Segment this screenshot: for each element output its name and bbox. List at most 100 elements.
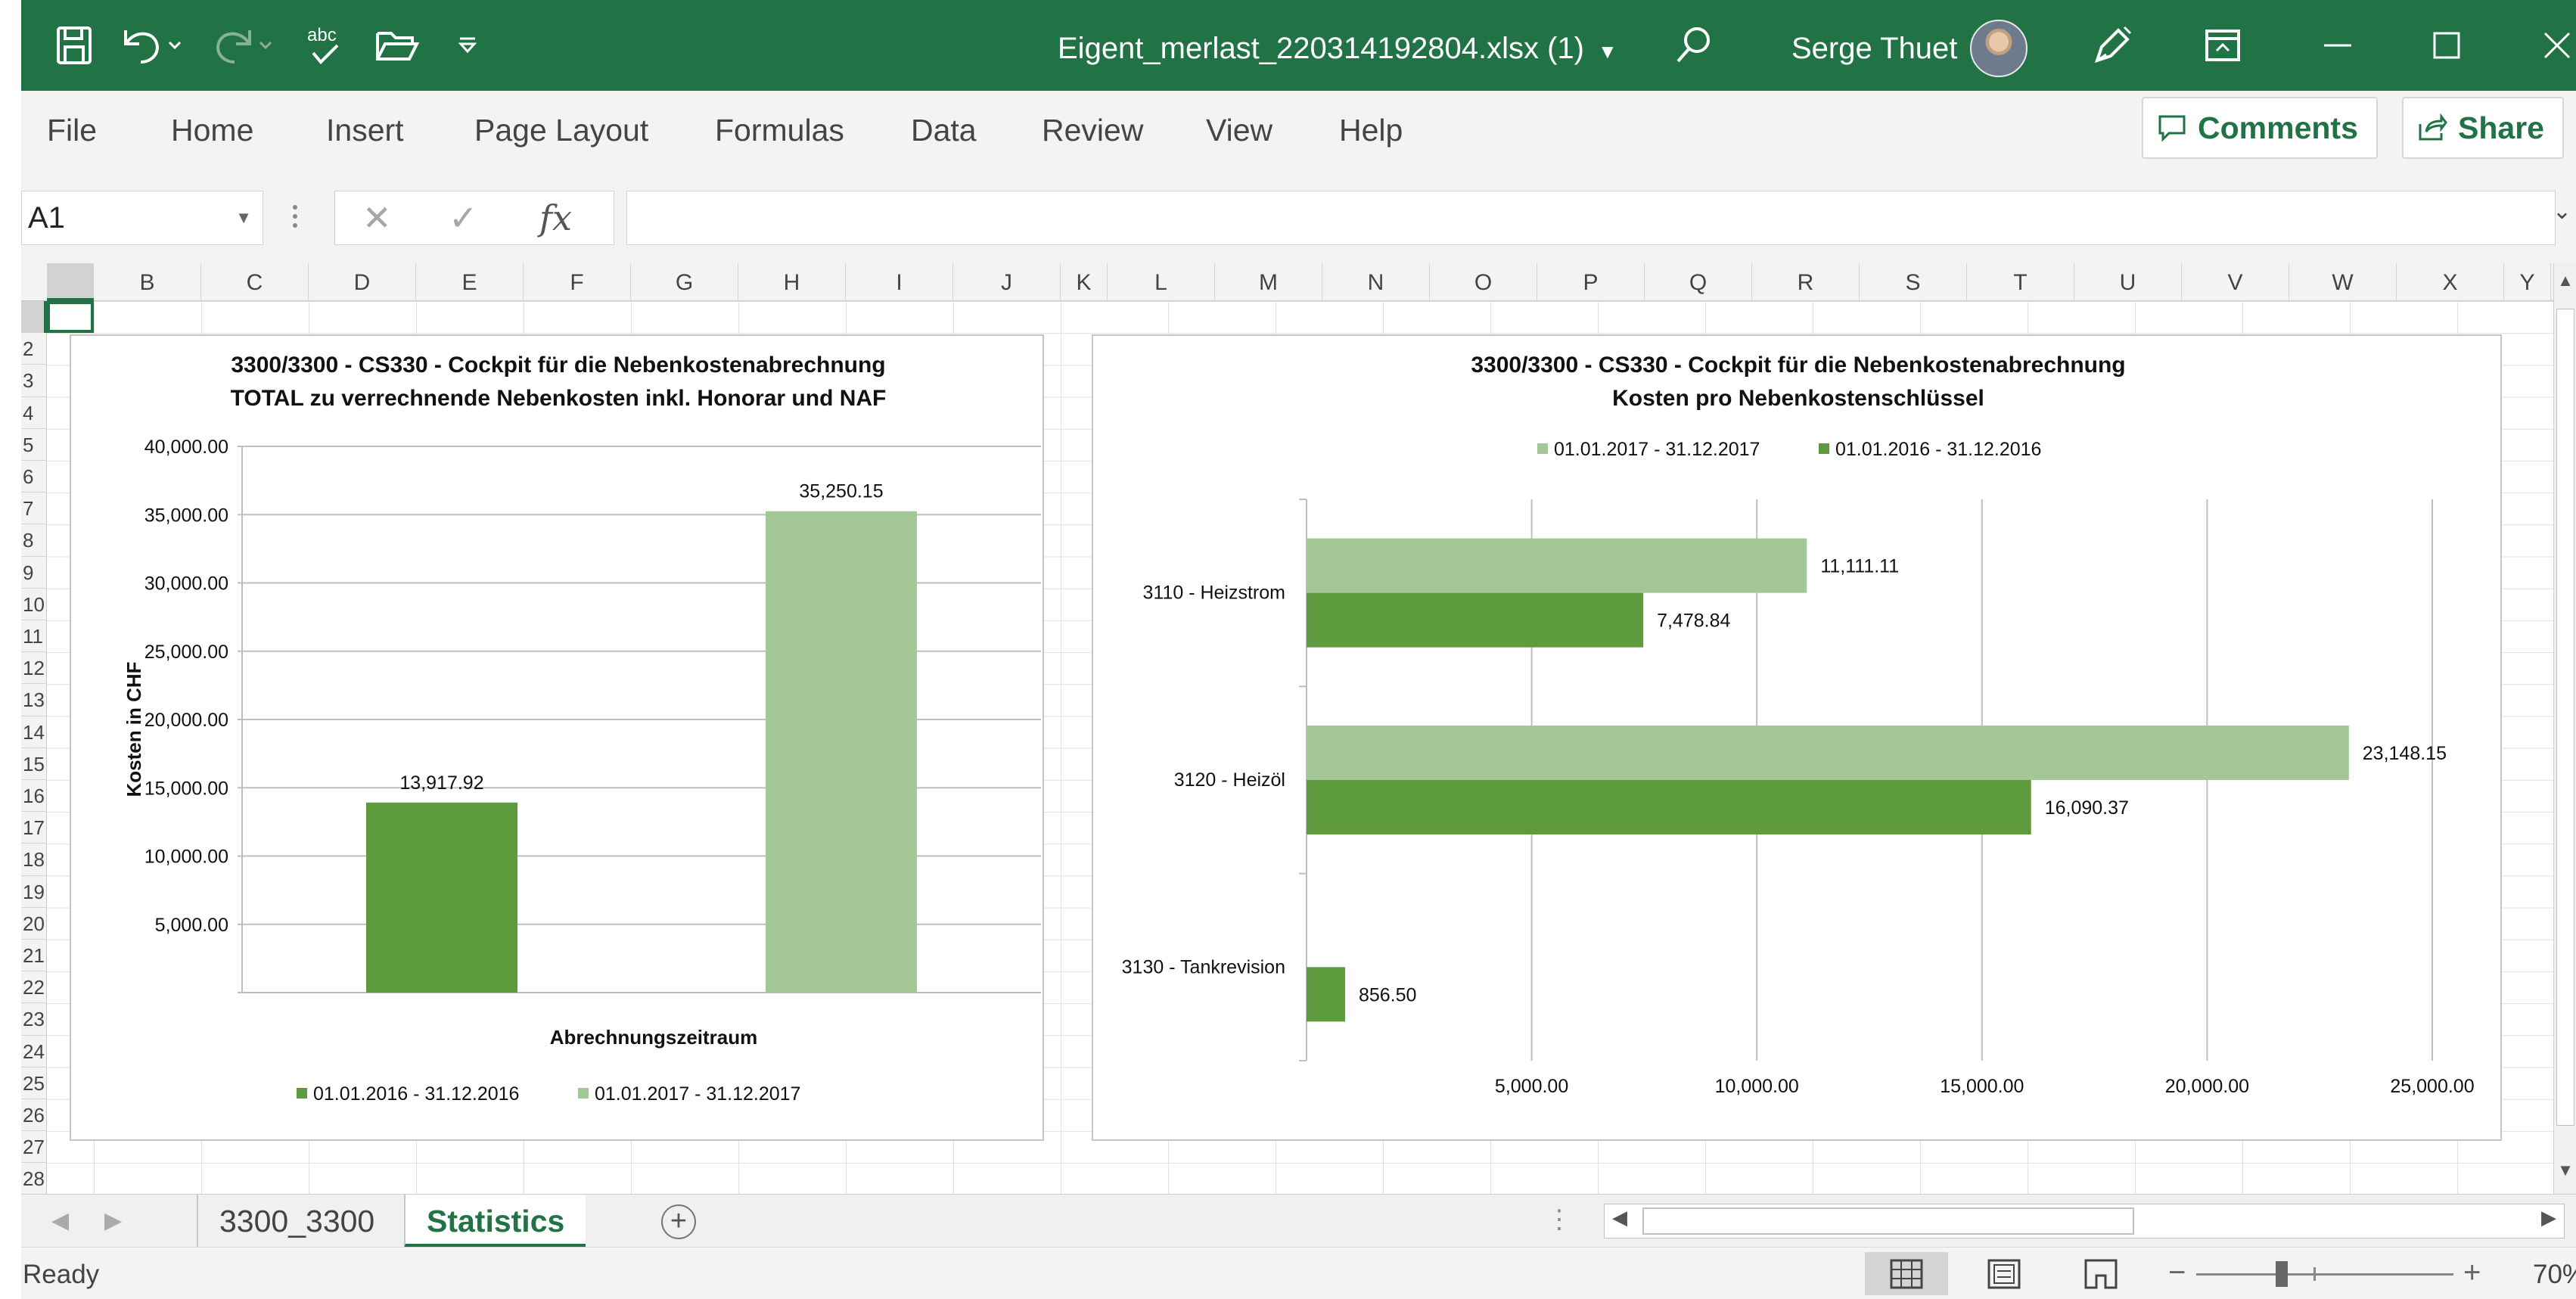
tab-splitter-icon[interactable]: ⋮ bbox=[1546, 1195, 1572, 1248]
row-header-16[interactable]: 16 bbox=[21, 780, 47, 813]
row-header-4[interactable]: 4 bbox=[21, 397, 47, 429]
name-box[interactable]: A1 ▼ bbox=[21, 191, 263, 245]
open-folder-icon[interactable] bbox=[371, 20, 424, 71]
row-header-11[interactable]: 11 bbox=[21, 620, 47, 653]
tab-formulas[interactable]: Formulas bbox=[715, 91, 844, 169]
chevron-down-icon[interactable]: ▼ bbox=[1598, 40, 1617, 63]
zoom-level[interactable]: 70% bbox=[2533, 1248, 2576, 1299]
row-header-26[interactable]: 26 bbox=[21, 1099, 47, 1132]
spelling-icon[interactable]: abc bbox=[303, 20, 348, 71]
scroll-up-icon[interactable]: ▲ bbox=[2554, 271, 2576, 301]
zoom-slider-thumb[interactable] bbox=[2276, 1261, 2288, 1287]
zoom-out-icon[interactable]: − bbox=[2168, 1248, 2186, 1299]
column-header-i[interactable]: I bbox=[846, 263, 953, 301]
column-header-f[interactable]: F bbox=[524, 263, 631, 301]
scroll-right-icon[interactable]: ▶ bbox=[2541, 1206, 2556, 1229]
vertical-scrollbar[interactable]: ▲ ▼ bbox=[2553, 263, 2576, 1194]
column-header-y[interactable]: Y bbox=[2504, 263, 2551, 301]
column-header-b[interactable]: B bbox=[94, 263, 201, 301]
customize-toolbar-icon[interactable] bbox=[452, 20, 483, 71]
worksheet-grid[interactable]: ABCDEFGHIJKLMNOPQRSTUVWXY 12 34567891011 1… bbox=[21, 263, 2553, 1194]
comments-button[interactable]: Comments bbox=[2142, 97, 2378, 159]
minimize-icon[interactable] bbox=[2315, 20, 2360, 71]
selected-cell-a1[interactable] bbox=[47, 301, 94, 333]
column-header-w[interactable]: W bbox=[2289, 263, 2397, 301]
horizontal-scroll-thumb[interactable] bbox=[1642, 1207, 2134, 1235]
column-header-j[interactable]: J bbox=[953, 263, 1061, 301]
row-header-22[interactable]: 22 bbox=[21, 971, 47, 1004]
costs-per-key-chart[interactable]: 3300/3300 - CS330 - Cockpit für die Nebe… bbox=[1092, 334, 2502, 1141]
row-header-2[interactable]: 2 bbox=[21, 333, 47, 365]
share-button[interactable]: Share bbox=[2402, 97, 2564, 159]
row-header-20[interactable]: 20 bbox=[21, 908, 47, 940]
designer-pen-icon[interactable] bbox=[2090, 20, 2135, 71]
file-title[interactable]: Eigent_merlast_220314192804.xlsx (1) ▼ bbox=[1058, 0, 1617, 91]
column-header-p[interactable]: P bbox=[1537, 263, 1645, 301]
row-header-8[interactable]: 8 bbox=[21, 524, 47, 557]
column-header-n[interactable]: N bbox=[1322, 263, 1430, 301]
tab-page-layout[interactable]: Page Layout bbox=[474, 91, 648, 169]
tab-data[interactable]: Data bbox=[911, 91, 977, 169]
tab-insert[interactable]: Insert bbox=[326, 91, 404, 169]
user-name[interactable]: Serge Thuet bbox=[1791, 0, 1957, 91]
row-header-27[interactable]: 27 bbox=[21, 1131, 47, 1164]
zoom-slider[interactable] bbox=[2196, 1273, 2453, 1276]
maximize-icon[interactable] bbox=[2424, 20, 2469, 71]
expand-formula-bar-icon[interactable]: ⌄ bbox=[2553, 198, 2571, 225]
chevron-down-icon[interactable]: ▼ bbox=[235, 191, 252, 244]
next-sheet-icon[interactable]: ▶ bbox=[104, 1195, 122, 1248]
row-header-3[interactable]: 3 bbox=[21, 365, 47, 397]
column-header-x[interactable]: X bbox=[2397, 263, 2504, 301]
insert-function-icon[interactable]: fx bbox=[539, 191, 572, 244]
search-icon[interactable] bbox=[1670, 20, 1716, 71]
column-header-t[interactable]: T bbox=[1967, 263, 2074, 301]
row-header-14[interactable]: 14 bbox=[21, 716, 47, 748]
tab-view[interactable]: View bbox=[1206, 91, 1272, 169]
row-header-10[interactable]: 10 bbox=[21, 589, 47, 620]
row-header-21[interactable]: 21 bbox=[21, 940, 47, 972]
row-header-23[interactable]: 23 bbox=[21, 1003, 47, 1036]
column-header-g[interactable]: G bbox=[631, 263, 738, 301]
row-header-19[interactable]: 19 bbox=[21, 876, 47, 908]
page-break-view-icon[interactable] bbox=[2059, 1252, 2143, 1295]
save-icon[interactable] bbox=[51, 20, 97, 71]
redo-icon[interactable] bbox=[210, 20, 278, 71]
enter-check-icon[interactable]: ✓ bbox=[449, 191, 478, 244]
column-header-m[interactable]: M bbox=[1215, 263, 1322, 301]
row-header-25[interactable]: 25 bbox=[21, 1067, 47, 1099]
column-header-c[interactable]: C bbox=[201, 263, 309, 301]
scroll-down-icon[interactable]: ▼ bbox=[2554, 1161, 2576, 1191]
row-header-6[interactable]: 6 bbox=[21, 461, 47, 493]
row-header-9[interactable]: 9 bbox=[21, 557, 47, 589]
column-header-r[interactable]: R bbox=[1752, 263, 1860, 301]
row-header-28[interactable]: 28 bbox=[21, 1163, 47, 1194]
vertical-scroll-thumb[interactable] bbox=[2556, 309, 2574, 1126]
row-header-18[interactable]: 18 bbox=[21, 844, 47, 876]
zoom-in-icon[interactable]: + bbox=[2463, 1248, 2481, 1299]
tab-review[interactable]: Review bbox=[1042, 91, 1143, 169]
column-header-q[interactable]: Q bbox=[1645, 263, 1752, 301]
column-header-v[interactable]: V bbox=[2182, 263, 2289, 301]
column-header-e[interactable]: E bbox=[416, 263, 524, 301]
sheet-tab-statistics[interactable]: Statistics bbox=[404, 1195, 586, 1248]
column-header-d[interactable]: D bbox=[309, 263, 416, 301]
avatar[interactable] bbox=[1970, 20, 2028, 77]
add-sheet-button[interactable]: + bbox=[661, 1204, 696, 1239]
horizontal-scrollbar[interactable]: ◀ ▶ bbox=[1604, 1204, 2565, 1238]
tab-help[interactable]: Help bbox=[1339, 91, 1403, 169]
scroll-left-icon[interactable]: ◀ bbox=[1612, 1206, 1627, 1229]
undo-icon[interactable] bbox=[120, 20, 188, 71]
total-costs-chart[interactable]: 3300/3300 - CS330 - Cockpit für die Nebe… bbox=[70, 334, 1044, 1141]
row-header-13[interactable]: 13 bbox=[21, 684, 47, 716]
tab-file[interactable]: File bbox=[47, 91, 97, 169]
column-header-o[interactable]: O bbox=[1430, 263, 1537, 301]
row-header-12[interactable]: 12 bbox=[21, 652, 47, 685]
sheet-tab-3300-3300[interactable]: 3300_3300 bbox=[197, 1195, 396, 1248]
formula-input[interactable] bbox=[626, 191, 2556, 245]
close-icon[interactable] bbox=[2534, 20, 2576, 71]
row-header-5[interactable]: 5 bbox=[21, 429, 47, 461]
column-header-k[interactable]: K bbox=[1061, 263, 1108, 301]
row-header-15[interactable]: 15 bbox=[21, 748, 47, 780]
prev-sheet-icon[interactable]: ◀ bbox=[51, 1195, 69, 1248]
cancel-icon[interactable]: ✕ bbox=[362, 191, 392, 244]
